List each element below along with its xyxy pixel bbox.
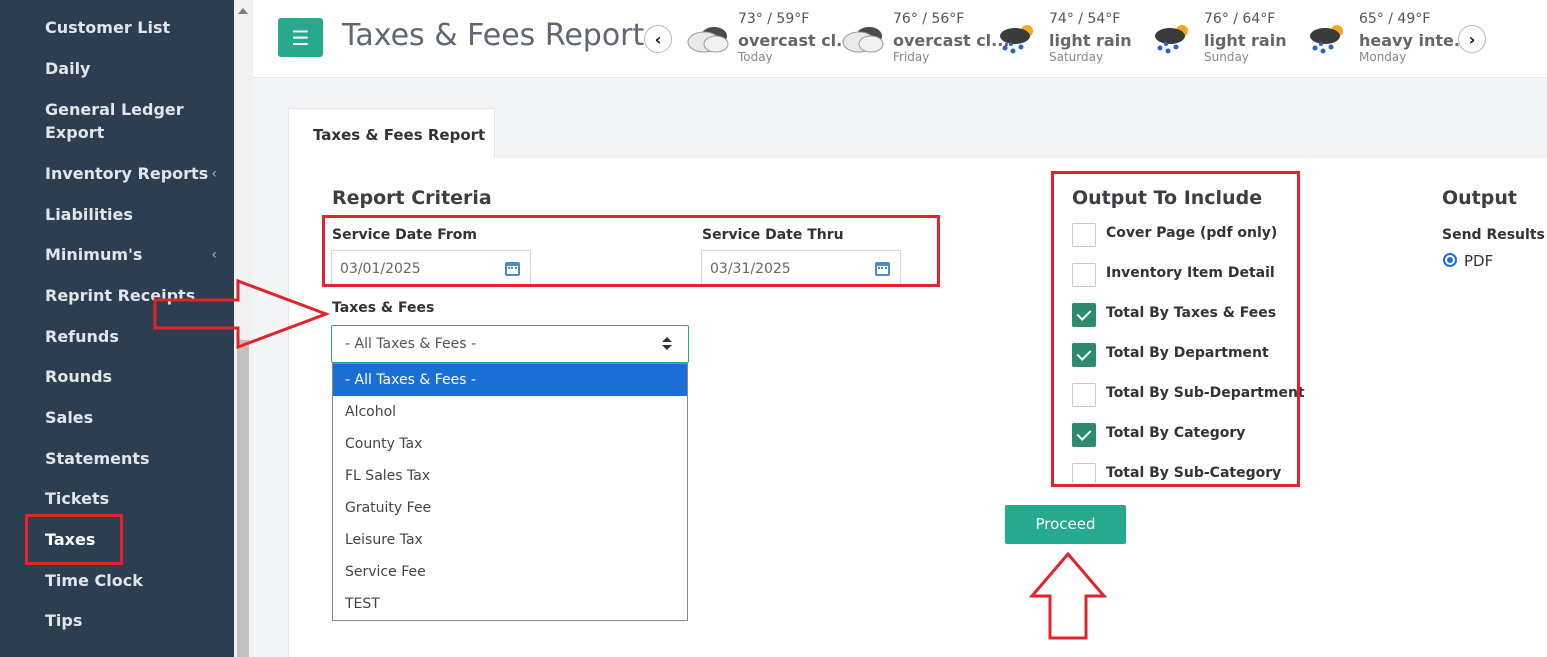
overcast-cloud-icon (842, 27, 884, 53)
dropdown-option-test[interactable]: TEST (333, 588, 687, 620)
annotation-arrow-right-icon (153, 278, 331, 350)
dropdown-option-service-fee[interactable]: Service Fee (333, 556, 687, 588)
sidebar-item-daily[interactable]: Daily (45, 58, 90, 80)
chevron-left-icon: ‹ (211, 166, 217, 182)
weather-description: light rain (1204, 31, 1287, 50)
sidebar-item-statements[interactable]: Statements (45, 448, 150, 470)
weather-description: overcast cl... (893, 31, 1010, 50)
weather-item-saturday: 74° / 54°F light rain Saturday (995, 10, 1145, 68)
top-header: ☰ Taxes & Fees Report ‹ 73° / 59°F overc… (253, 0, 1547, 78)
dropdown-option-county-tax[interactable]: County Tax (333, 428, 687, 460)
dropdown-option-fl-sales-tax[interactable]: FL Sales Tax (333, 460, 687, 492)
dropdown-option-leisure-tax[interactable]: Leisure Tax (333, 524, 687, 556)
taxes-fees-select[interactable]: - All Taxes & Fees - (331, 325, 689, 363)
weather-item-monday: 65° / 49°F heavy inte... Monday (1305, 10, 1472, 68)
sidebar-item-label: Customer List (45, 18, 171, 37)
output-title: Output (1442, 187, 1517, 209)
menu-toggle-button[interactable]: ☰ (278, 18, 323, 57)
weather-day: Friday (893, 50, 930, 64)
tab-taxes-fees-report[interactable]: Taxes & Fees Report (288, 108, 495, 159)
weather-temp: 74° / 54°F (1049, 11, 1121, 27)
annotation-box-taxes (25, 514, 123, 565)
pdf-radio-label: PDF (1464, 252, 1494, 270)
chevron-left-icon: ‹ (654, 29, 662, 49)
dropdown-option-all[interactable]: - All Taxes & Fees - (333, 364, 687, 396)
send-results-label: Send Results T (1442, 227, 1547, 243)
weather-item-sunday: 76° / 64°F light rain Sunday (1150, 10, 1300, 68)
weather-day: Today (738, 50, 773, 64)
sidebar-item-label-line2: Export (45, 123, 105, 142)
weather-item-friday: 76° / 56°F overcast cl... Friday (839, 10, 1009, 68)
weather-item-today: 73° / 59°F overcast cl... Today (684, 10, 854, 68)
taxes-fees-label: Taxes & Fees (332, 300, 435, 316)
sidebar-item-label: Time Clock (45, 571, 143, 590)
sidebar-item-time-clock[interactable]: Time Clock (45, 570, 143, 592)
report-criteria-title: Report Criteria (332, 187, 492, 209)
page-title: Taxes & Fees Report (342, 18, 645, 53)
sidebar-item-tickets[interactable]: Tickets (45, 488, 109, 510)
annotation-arrow-up-icon (1028, 551, 1108, 640)
weather-description: overcast cl... (738, 31, 855, 50)
sun-rain-cloud-icon (1310, 25, 1343, 54)
sidebar-item-label: Tips (45, 611, 83, 630)
weather-day: Sunday (1204, 50, 1249, 64)
annotation-box-dates (322, 215, 940, 287)
proceed-button[interactable]: Proceed (1005, 505, 1126, 544)
tab-label: Taxes & Fees Report (313, 126, 486, 144)
sidebar-item-label: Minimum's (45, 245, 143, 264)
taxes-fees-selected-value: - All Taxes & Fees - (345, 336, 477, 352)
taxes-fees-dropdown-list: - All Taxes & Fees - Alcohol County Tax … (332, 363, 688, 621)
pdf-radio[interactable] (1443, 253, 1457, 267)
chevron-left-icon: ‹ (211, 247, 217, 263)
weather-temp: 73° / 59°F (738, 11, 810, 27)
sidebar-item-label: Sales (45, 408, 94, 427)
weather-prev-button[interactable]: ‹ (644, 25, 672, 53)
sidebar-item-tips[interactable]: Tips (45, 610, 82, 632)
sidebar-item-label: General Ledger (45, 100, 184, 119)
weather-description: heavy inte... (1359, 31, 1473, 50)
hamburger-icon: ☰ (291, 25, 310, 50)
sidebar-item-customer-list[interactable]: Customer List (45, 17, 170, 39)
sun-rain-cloud-icon (1155, 25, 1188, 54)
weather-temp: 76° / 56°F (893, 11, 965, 27)
overcast-cloud-icon (687, 27, 729, 53)
sidebar-item-liabilities[interactable]: Liabilities (45, 204, 133, 226)
sidebar-item-refunds[interactable]: Refunds (45, 326, 119, 348)
sidebar-item-rounds[interactable]: Rounds (45, 366, 112, 388)
dropdown-option-gratuity-fee[interactable]: Gratuity Fee (333, 492, 687, 524)
chevron-right-icon: › (1468, 29, 1476, 49)
sidebar-item-label: Rounds (45, 367, 113, 386)
weather-next-button[interactable]: › (1458, 25, 1486, 53)
sidebar-item-label: Refunds (45, 327, 119, 346)
sidebar-item-label: Liabilities (45, 205, 133, 224)
sidebar-item-inventory-reports[interactable]: Inventory Reports ‹ (45, 163, 225, 185)
weather-temp: 65° / 49°F (1359, 11, 1431, 27)
sidebar-item-label: Daily (45, 59, 91, 78)
dropdown-option-alcohol[interactable]: Alcohol (333, 396, 687, 428)
sidebar-item-minimums[interactable]: Minimum's ‹ (45, 244, 225, 266)
sidebar-item-label: Statements (45, 449, 150, 468)
annotation-box-output-options (1051, 171, 1300, 487)
sidebar-item-sales[interactable]: Sales (45, 407, 93, 429)
weather-day: Monday (1359, 50, 1407, 64)
sidebar-item-label: Inventory Reports (45, 164, 209, 183)
weather-temp: 76° / 64°F (1204, 11, 1276, 27)
sun-rain-cloud-icon (1000, 25, 1033, 54)
sidebar-item-label: Tickets (45, 489, 110, 508)
weather-description: light rain (1049, 31, 1132, 50)
scroll-up-arrow-icon[interactable] (238, 8, 248, 14)
weather-day: Saturday (1049, 50, 1104, 64)
sort-arrows-icon (662, 337, 672, 351)
sidebar-item-general-ledger-export[interactable]: General Ledger Export (45, 99, 184, 144)
scrollbar-thumb[interactable] (237, 340, 249, 657)
